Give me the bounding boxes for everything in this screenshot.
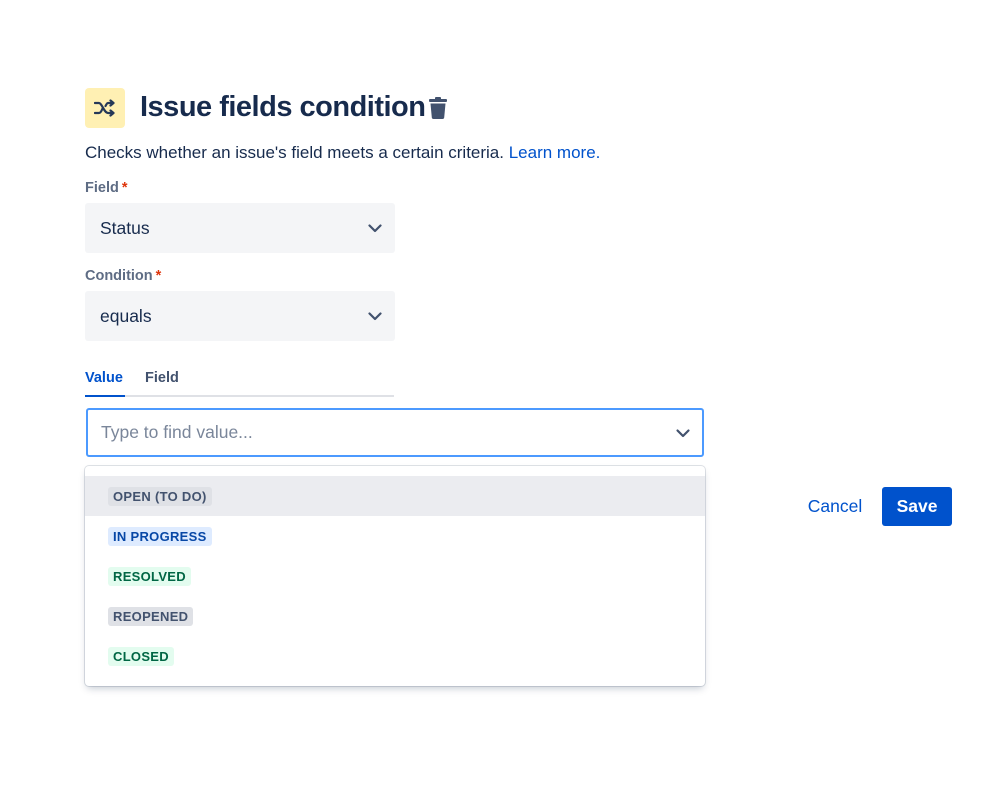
active-tab-indicator: [85, 395, 125, 397]
required-mark: *: [155, 268, 162, 284]
field-label: Field *: [85, 180, 128, 196]
chevron-down-icon: [368, 312, 382, 321]
tabs-divider: [85, 395, 394, 397]
option-closed[interactable]: CLOSED: [85, 636, 705, 676]
option-in-progress[interactable]: IN PROGRESS: [85, 516, 705, 556]
learn-more-link[interactable]: Learn more.: [509, 143, 601, 162]
value-select[interactable]: [86, 408, 704, 457]
value-search-input[interactable]: [101, 422, 641, 443]
condition-select-value: equals: [100, 305, 152, 326]
status-lozenge: RESOLVED: [108, 566, 191, 586]
option-open[interactable]: OPEN (TO DO): [85, 476, 705, 516]
cancel-button[interactable]: Cancel: [799, 487, 871, 526]
status-lozenge: IN PROGRESS: [108, 526, 212, 546]
chevron-down-icon: [368, 224, 382, 233]
condition-select[interactable]: equals: [85, 291, 395, 341]
required-mark: *: [121, 180, 128, 196]
description-text: Checks whether an issue's field meets a …: [85, 143, 504, 162]
value-options-menu: OPEN (TO DO) IN PROGRESS RESOLVED REOPEN…: [85, 466, 705, 686]
field-select[interactable]: Status: [85, 203, 395, 253]
value-tabs: Value Field: [85, 369, 394, 397]
tab-field[interactable]: Field: [145, 370, 179, 386]
option-resolved[interactable]: RESOLVED: [85, 556, 705, 596]
page-title: Issue fields condition: [140, 91, 426, 123]
option-reopened[interactable]: REOPENED: [85, 596, 705, 636]
status-lozenge: REOPENED: [108, 606, 194, 626]
tab-value[interactable]: Value: [85, 370, 123, 386]
field-select-value: Status: [100, 217, 150, 238]
description: Checks whether an issue's field meets a …: [85, 143, 600, 163]
field-label-text: Field: [85, 180, 119, 196]
status-lozenge: CLOSED: [108, 646, 174, 666]
shuffle-icon: [85, 88, 125, 128]
condition-label: Condition *: [85, 268, 161, 284]
chevron-down-icon[interactable]: [675, 425, 691, 441]
status-lozenge: OPEN (TO DO): [108, 486, 212, 506]
condition-label-text: Condition: [85, 268, 153, 284]
save-button[interactable]: Save: [882, 487, 952, 526]
trash-icon[interactable]: [427, 96, 449, 120]
